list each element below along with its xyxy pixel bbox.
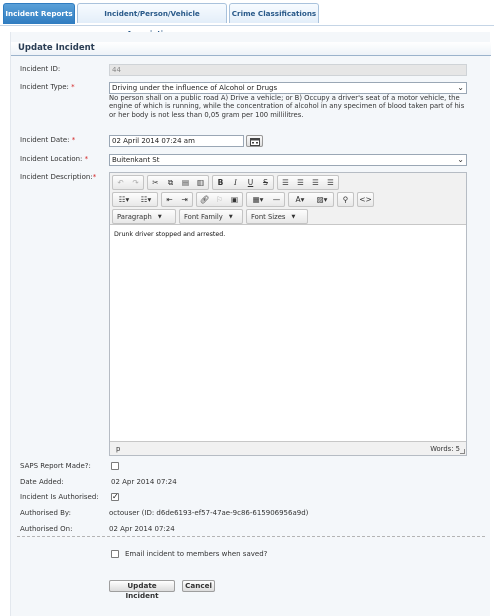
caret-down-icon: ▼ [157, 213, 162, 220]
email-incident-label: Email incident to members when saved? [125, 550, 268, 558]
background-color-icon[interactable]: ▨▾ [311, 193, 333, 206]
panel-title: Update Incident [18, 43, 95, 53]
font-sizes-label: Font Sizes [251, 212, 286, 221]
calendar-icon [250, 138, 260, 146]
chevron-down-icon: ⌄ [457, 83, 464, 92]
resize-handle-icon[interactable] [460, 449, 465, 454]
paste-text-icon[interactable]: ▥ [193, 176, 208, 189]
text-color-icon[interactable]: A▾ [289, 193, 311, 206]
incident-id-label: Incident ID: [20, 65, 61, 73]
date-added-label: Date Added: [20, 478, 64, 486]
align-right-icon[interactable]: ☰ [308, 176, 323, 189]
editor-content[interactable]: Drunk driver stopped and arrested. [114, 231, 225, 238]
outdent-icon[interactable]: ⇤ [162, 193, 177, 206]
required-marker: * [92, 173, 97, 181]
incident-type-select[interactable]: Driving under the influence of Alcohol o… [109, 82, 467, 94]
saps-report-checkbox[interactable] [111, 462, 119, 470]
undo-icon[interactable]: ↶ [113, 176, 128, 189]
authorised-on-label: Authorised On: [20, 525, 73, 533]
underline-icon[interactable]: U [243, 176, 258, 189]
incident-date-input[interactable]: 02 April 2014 07:24 am [109, 135, 244, 147]
required-marker: * [71, 83, 75, 91]
incident-location-value: Buitenkant St [112, 156, 160, 164]
incident-description-label: Incident Description:* [20, 173, 96, 181]
align-left-icon[interactable]: ☰ [278, 176, 293, 189]
incident-location-select[interactable]: Buitenkant St ⌄ [109, 154, 467, 166]
source-code-icon[interactable]: <> [358, 193, 373, 206]
date-added-value: 02 Apr 2014 07:24 [111, 478, 177, 486]
email-incident-checkbox[interactable] [111, 550, 119, 558]
authorised-checkbox[interactable]: ✓ [111, 492, 119, 501]
incident-id-field: 44 [109, 64, 467, 76]
paste-icon[interactable]: ▤ [178, 176, 193, 189]
caret-down-icon: ▼ [228, 213, 233, 220]
update-incident-button[interactable]: Update Incident [109, 580, 175, 600]
cancel-button[interactable]: Cancel [182, 580, 215, 592]
authorised-label: Incident Is Authorised: [20, 493, 99, 501]
required-marker: * [84, 155, 89, 163]
font-sizes-dropdown[interactable]: Font Sizes ▼ [246, 209, 308, 224]
element-path[interactable]: p [116, 445, 120, 453]
panel-header: Update Incident [11, 42, 491, 56]
copy-icon[interactable]: ⧉ [163, 176, 178, 189]
table-icon[interactable]: ▦▾ [247, 193, 269, 206]
justify-icon[interactable]: ☰ [323, 176, 338, 189]
divider [17, 536, 485, 537]
required-marker: * [71, 136, 76, 144]
check-icon: ✓ [112, 492, 119, 501]
incident-type-label-text: Incident Type: [20, 83, 69, 91]
tab-crime-classifications[interactable]: Crime Classifications [229, 3, 319, 23]
authorised-by-label: Authorised By: [20, 509, 71, 517]
cut-icon[interactable]: ✂ [148, 176, 163, 189]
paragraph-format-label: Paragraph [117, 212, 152, 221]
editor-statusbar: p Words: 5 [110, 441, 466, 455]
image-icon[interactable]: ▣ [227, 193, 242, 206]
incident-type-label: Incident Type: * [20, 83, 75, 91]
horizontal-rule-icon[interactable]: — [269, 193, 284, 206]
align-center-icon[interactable]: ☰ [293, 176, 308, 189]
redo-icon[interactable]: ↷ [128, 176, 143, 189]
find-icon[interactable]: ⚲ [338, 193, 353, 206]
font-family-label: Font Family [184, 212, 223, 221]
incident-location-label-text: Incident Location: [20, 155, 83, 163]
bold-icon[interactable]: B [213, 176, 228, 189]
authorised-on-value: 02 Apr 2014 07:24 [109, 525, 175, 533]
caret-down-icon: ▼ [291, 213, 296, 220]
link-icon[interactable]: 🔗︎ [197, 193, 212, 206]
incident-date-label-text: Incident Date: [20, 136, 70, 144]
unlink-icon[interactable]: ⚐ [212, 193, 227, 206]
indent-icon[interactable]: ⇥ [177, 193, 192, 206]
tab-incident-reports[interactable]: Incident Reports [3, 3, 75, 24]
italic-icon[interactable]: I [228, 176, 243, 189]
bullet-list-icon[interactable]: ☷▾ [113, 193, 135, 206]
authorised-by-value: octouser (ID: d6de6193-ef57-47ae-9c86-61… [109, 509, 309, 517]
numbered-list-icon[interactable]: ☷▾ [135, 193, 157, 206]
incident-location-label: Incident Location: * [20, 155, 88, 163]
rich-text-editor: ↶ ↷ ✂ ⧉ ▤ ▥ B I U S ☰ ☰ ☰ ☰ ☷▾ ☷▾ ⇤ ⇥ 🔗︎… [109, 172, 467, 456]
chevron-down-icon: ⌄ [457, 155, 464, 164]
saps-report-label: SAPS Report Made?: [20, 462, 91, 470]
tab-bar: Incident Reports Incident/Person/Vehicle… [0, 0, 494, 38]
tab-incident-person-vehicle-associations[interactable]: Incident/Person/Vehicle Associations [77, 3, 227, 38]
calendar-button[interactable] [246, 135, 263, 147]
incident-type-value: Driving under the influence of Alcohol o… [112, 84, 278, 92]
strikethrough-icon[interactable]: S [258, 176, 273, 189]
update-incident-panel: Update Incident Incident ID: 44 Incident… [10, 32, 491, 616]
incident-date-label: Incident Date: * [20, 136, 75, 144]
word-count: Words: 5 [430, 445, 460, 453]
font-family-dropdown[interactable]: Font Family ▼ [179, 209, 243, 224]
incident-description-label-text: Incident Description: [20, 173, 93, 181]
editor-toolbar: ↶ ↷ ✂ ⧉ ▤ ▥ B I U S ☰ ☰ ☰ ☰ ☷▾ ☷▾ ⇤ ⇥ 🔗︎… [110, 173, 466, 225]
paragraph-format-dropdown[interactable]: Paragraph ▼ [112, 209, 176, 224]
incident-type-description: No person shall on a public road A) Driv… [109, 94, 465, 119]
